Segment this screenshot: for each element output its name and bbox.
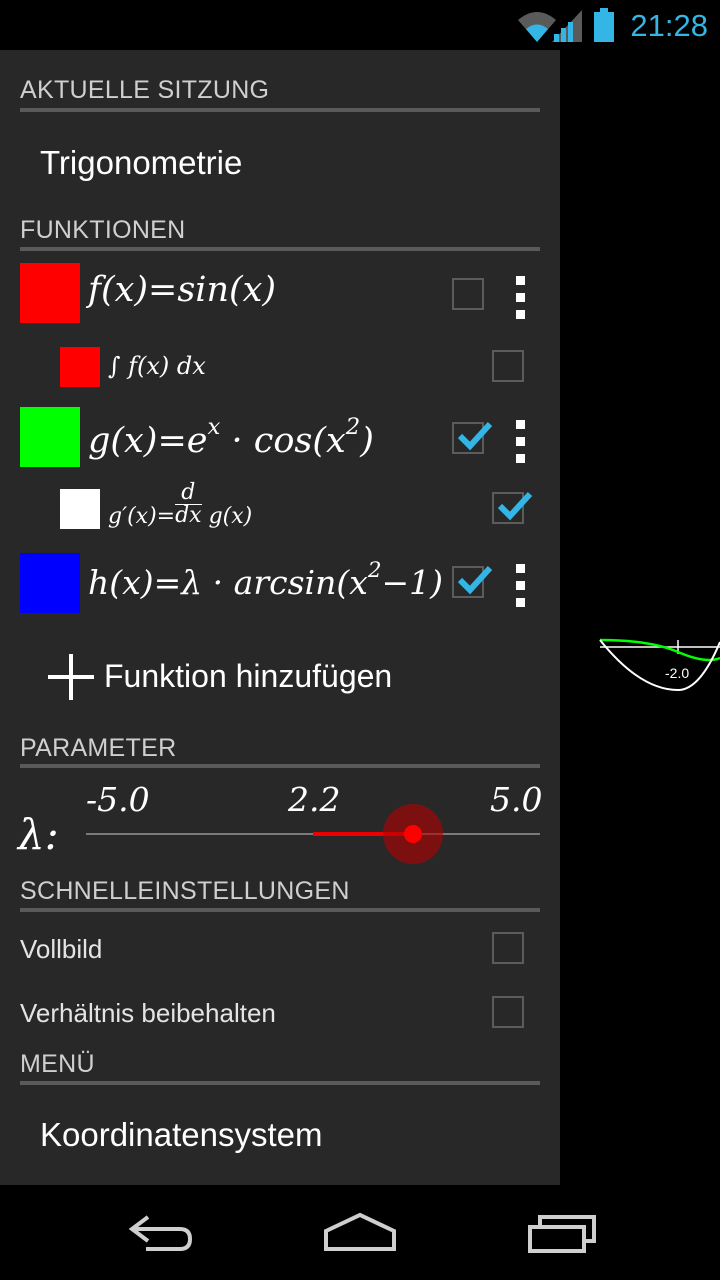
divider [20,108,540,112]
graph-curve-g [599,638,720,662]
visibility-checkbox-f[interactable] [452,278,484,310]
section-header-functions: FUNKTIONEN [20,216,186,244]
plus-icon [48,654,94,700]
signal-icon [552,10,582,42]
overflow-menu-icon[interactable] [514,420,528,466]
color-swatch-g[interactable] [20,407,80,467]
back-icon[interactable] [124,1211,196,1255]
parameter-symbol: λ: [18,810,59,859]
color-swatch-f[interactable] [20,263,80,323]
setting-label-fullscreen[interactable]: Vollbild [20,934,102,965]
visibility-checkbox-g[interactable] [452,421,493,454]
visibility-checkbox-h[interactable] [452,565,493,598]
graph-view[interactable]: -2.0 [560,50,720,1185]
color-swatch-integral[interactable] [60,347,100,387]
color-swatch-derivative[interactable] [60,489,100,529]
menu-item-coordinate-system[interactable]: Koordinatensystem [40,1116,322,1154]
visibility-checkbox-integral[interactable] [492,350,524,382]
divider [20,908,540,912]
slider-thumb[interactable] [404,825,422,843]
divider [20,764,540,768]
checkmark-icon [497,491,533,521]
section-header-session: AKTUELLE SITZUNG [20,76,270,104]
status-bar: 21:28 [0,0,720,50]
add-function-button[interactable]: Funktion hinzufügen [46,650,466,704]
battery-icon [594,8,614,42]
function-formula-f[interactable]: f(x)=sin(x) [88,270,276,310]
section-header-parameter: PARAMETER [20,734,177,762]
navigation-drawer: AKTUELLE SITZUNG Trigonometrie FUNKTIONE… [0,50,560,1185]
x-tick-label: -2.0 [665,665,689,681]
color-swatch-h[interactable] [20,553,80,613]
visibility-checkbox-derivative[interactable] [492,491,533,524]
overflow-menu-icon[interactable] [514,276,528,322]
divider [20,1081,540,1085]
section-header-menu: MENÜ [20,1050,95,1078]
session-name[interactable]: Trigonometrie [40,144,242,182]
divider [20,247,540,251]
function-formula-integral[interactable]: ∫ f(x) dx [108,352,206,380]
parameter-slider[interactable] [86,804,540,864]
navigation-bar [0,1185,720,1280]
function-formula-g[interactable]: g(x)=ex · cos(x2) [88,414,374,461]
checkmark-icon [457,421,493,451]
clock: 21:28 [630,8,708,43]
fullscreen-checkbox[interactable] [492,932,524,964]
home-icon[interactable] [322,1211,398,1255]
overflow-menu-icon[interactable] [514,564,528,610]
setting-label-keep-ratio[interactable]: Verhältnis beibehalten [20,998,276,1029]
checkmark-icon [457,565,493,595]
keep-ratio-checkbox[interactable] [492,996,524,1028]
recents-icon[interactable] [526,1211,598,1255]
add-function-label: Funktion hinzufügen [104,658,393,694]
function-formula-derivative[interactable]: g′(x)= d dx g(x) [108,482,252,530]
section-header-quick-settings: SCHNELLEINSTELLUNGEN [20,877,350,905]
function-formula-h[interactable]: h(x)=λ · arcsin(x2−1) [88,558,443,602]
